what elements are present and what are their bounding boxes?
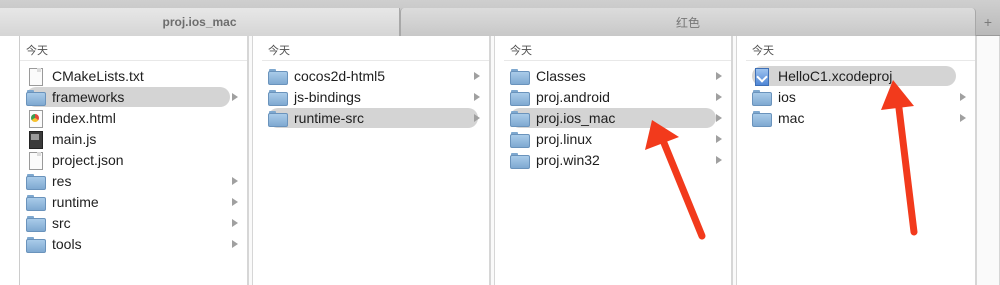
list-item-proj-linux[interactable]: proj.linux <box>510 129 708 149</box>
list-item-label: proj.android <box>536 89 610 105</box>
column-1-resize-handle[interactable] <box>248 36 253 285</box>
column-3-header-divider <box>504 60 731 61</box>
folder-icon <box>26 173 46 190</box>
chevron-right-icon <box>716 93 722 101</box>
add-tab-button[interactable]: + <box>976 8 1000 36</box>
list-item-tools[interactable]: tools <box>26 234 224 254</box>
chevron-right-icon <box>232 219 238 227</box>
list-item-proj-android[interactable]: proj.android <box>510 87 708 107</box>
chevron-right-icon <box>232 198 238 206</box>
folder-icon <box>752 89 772 106</box>
list-item-src[interactable]: src <box>26 213 224 233</box>
list-item-label: main.js <box>52 131 97 147</box>
tab-red[interactable]: 红色 <box>400 8 976 36</box>
chevron-right-icon <box>960 114 966 122</box>
list-item-label: index.html <box>52 110 116 126</box>
chevron-right-icon <box>232 93 238 101</box>
list-item-ios[interactable]: ios <box>752 87 952 107</box>
folder-icon <box>510 131 530 148</box>
list-item-index-html[interactable]: index.html <box>26 108 224 128</box>
folder-icon <box>510 110 530 127</box>
column-3[interactable]: 今天 Classes proj.android proj.ios_mac proj.l… <box>504 36 732 285</box>
document-icon <box>26 68 44 86</box>
list-item-project-json[interactable]: project.json <box>26 150 224 170</box>
list-item-main-js[interactable]: main.js <box>26 129 224 149</box>
list-item-frameworks[interactable]: frameworks <box>26 87 230 107</box>
list-item-label: cocos2d-html5 <box>294 68 386 84</box>
list-item-label: CMakeLists.txt <box>52 68 144 84</box>
column-2-resize-handle[interactable] <box>490 36 495 285</box>
column-2[interactable]: 今天 cocos2d-html5 js-bindings runtime-src <box>262 36 490 285</box>
xcodeproj-icon <box>752 68 770 86</box>
folder-icon <box>752 110 772 127</box>
folder-icon <box>26 236 46 253</box>
chevron-right-icon <box>474 72 480 80</box>
list-item-label: project.json <box>52 152 124 168</box>
list-item-helloc1-xcodeproj[interactable]: HelloC1.xcodeproj <box>752 66 956 86</box>
document-icon <box>26 152 44 170</box>
chevron-right-icon <box>474 93 480 101</box>
chevron-right-icon <box>232 177 238 185</box>
list-item-label: Classes <box>536 68 586 84</box>
column-1[interactable]: 今天 CMakeLists.txt frameworks index.html mai… <box>20 36 248 285</box>
list-item-label: frameworks <box>52 89 125 105</box>
list-item-label: proj.ios_mac <box>536 110 616 126</box>
column-3-header: 今天 <box>510 45 532 57</box>
folder-icon <box>26 194 46 211</box>
tab-proj-ios-mac[interactable]: proj.ios_mac <box>0 8 400 36</box>
folder-icon <box>510 68 530 85</box>
list-item-runtime-src[interactable]: runtime-src <box>268 108 478 128</box>
column-4-header: 今天 <box>752 45 774 57</box>
list-item-label: tools <box>52 236 82 252</box>
list-item-label: proj.win32 <box>536 152 600 168</box>
chevron-right-icon <box>716 135 722 143</box>
list-item-label: HelloC1.xcodeproj <box>778 68 893 84</box>
column-2-header: 今天 <box>268 45 290 57</box>
tab-bar: proj.ios_mac 红色 + <box>0 0 1000 36</box>
js-file-icon <box>26 131 44 149</box>
list-item-runtime[interactable]: runtime <box>26 192 224 212</box>
column-browser: 今天 CMakeLists.txt frameworks index.html mai… <box>0 36 1000 285</box>
list-item-cocos2d-html5[interactable]: cocos2d-html5 <box>268 66 466 86</box>
html-file-icon <box>26 110 44 128</box>
list-item-classes[interactable]: Classes <box>510 66 708 86</box>
folder-icon <box>26 89 46 106</box>
chevron-right-icon <box>960 93 966 101</box>
chevron-right-icon <box>716 114 722 122</box>
list-item-cmakelists-txt[interactable]: CMakeLists.txt <box>26 66 224 86</box>
list-item-mac[interactable]: mac <box>752 108 952 128</box>
chevron-right-icon <box>474 114 480 122</box>
column-2-header-divider <box>262 60 489 61</box>
list-item-label: proj.linux <box>536 131 593 147</box>
folder-icon <box>510 89 530 106</box>
list-item-label: js-bindings <box>294 89 361 105</box>
folder-icon <box>510 152 530 169</box>
column-4-header-divider <box>746 60 975 61</box>
chevron-right-icon <box>716 156 722 164</box>
list-item-label: src <box>52 215 71 231</box>
list-item-js-bindings[interactable]: js-bindings <box>268 87 466 107</box>
list-item-proj-ios-mac[interactable]: proj.ios_mac <box>510 108 716 128</box>
list-item-label: mac <box>778 110 805 126</box>
column-3-resize-handle[interactable] <box>732 36 737 285</box>
list-item-label: runtime <box>52 194 99 210</box>
column-4[interactable]: 今天 HelloC1.xcodeproj ios mac <box>746 36 976 285</box>
folder-icon <box>268 68 288 85</box>
list-item-res[interactable]: res <box>26 171 224 191</box>
folder-icon <box>268 110 288 127</box>
chevron-right-icon <box>716 72 722 80</box>
column-previous-stub[interactable] <box>0 36 20 285</box>
list-item-proj-win32[interactable]: proj.win32 <box>510 150 708 170</box>
column-1-header-divider <box>20 60 247 61</box>
list-item-label: ios <box>778 89 796 105</box>
column-1-header: 今天 <box>26 45 48 57</box>
folder-icon <box>268 89 288 106</box>
column-4-resize-handle[interactable] <box>976 36 1000 285</box>
folder-icon <box>26 215 46 232</box>
list-item-label: runtime-src <box>294 110 365 126</box>
list-item-label: res <box>52 173 72 189</box>
chevron-right-icon <box>232 240 238 248</box>
